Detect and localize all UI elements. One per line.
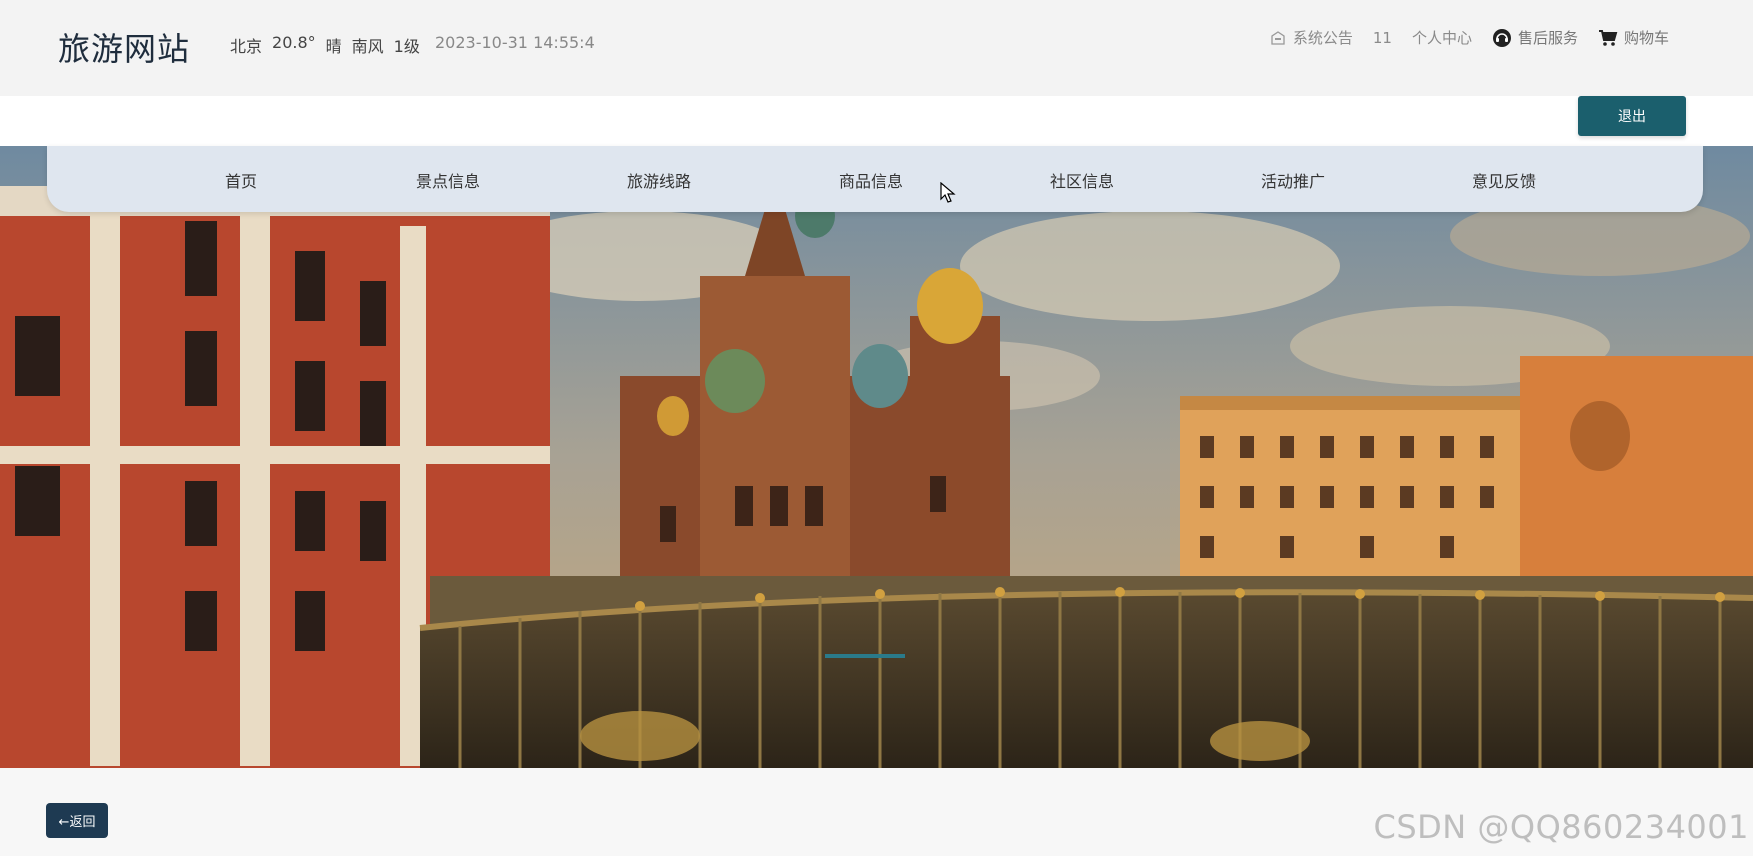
weather-wind: 南风 <box>351 37 384 56</box>
profile-link[interactable]: 个人中心 <box>1412 27 1472 48</box>
site-title[interactable]: 旅游网站 <box>58 24 190 70</box>
nav-item-community[interactable]: 社区信息 <box>1050 168 1114 192</box>
nav-item-feedback[interactable]: 意见反馈 <box>1472 168 1536 192</box>
weather-temp: 20.8° <box>272 33 316 52</box>
top-links: 系统公告 11 个人中心 售后服务 购物车 <box>1269 27 1669 48</box>
headset-icon <box>1492 28 1511 47</box>
toolbar-strip: 退出 <box>0 96 1753 146</box>
nav-item-promotions[interactable]: 活动推广 <box>1261 168 1325 192</box>
service-link[interactable]: 售后服务 <box>1492 27 1578 48</box>
nav-item-products[interactable]: 商品信息 <box>839 168 903 192</box>
top-header: 旅游网站 北京 20.8° 晴 南风 1级 2023-10-31 14:55:4… <box>0 0 1753 96</box>
weather-level: 1级 <box>393 37 420 56</box>
back-button[interactable]: ←返回 <box>46 803 108 838</box>
weather-condition: 晴 <box>325 37 342 56</box>
building-icon <box>1271 30 1285 45</box>
cart-link[interactable]: 购物车 <box>1598 27 1669 48</box>
weather-info: 北京 20.8° 晴 南风 1级 <box>230 33 420 57</box>
datetime: 2023-10-31 14:55:4 <box>435 33 595 52</box>
weather-city: 北京 <box>230 37 263 56</box>
announcement-count[interactable]: 11 <box>1373 29 1392 47</box>
bottom-bar: ←返回 CSDN @QQ860234001 <box>0 768 1753 856</box>
mouse-cursor-icon <box>940 182 956 203</box>
logout-button[interactable]: 退出 <box>1578 96 1686 136</box>
cart-icon <box>1598 29 1618 46</box>
cart-label: 购物车 <box>1623 29 1669 47</box>
banner-image <box>0 146 1753 768</box>
service-label: 售后服务 <box>1517 29 1578 47</box>
watermark: CSDN @QQ860234001 <box>1373 808 1749 846</box>
nav-item-routes[interactable]: 旅游线路 <box>627 168 691 192</box>
main-nav: 首页 景点信息 旅游线路 商品信息 社区信息 活动推广 意见反馈 <box>47 146 1703 212</box>
nav-item-attractions[interactable]: 景点信息 <box>416 168 480 192</box>
announcement-label: 系统公告 <box>1292 29 1353 47</box>
nav-item-home[interactable]: 首页 <box>225 168 257 192</box>
announcement-link[interactable]: 系统公告 <box>1269 27 1353 48</box>
banner-illustration <box>0 146 1753 768</box>
